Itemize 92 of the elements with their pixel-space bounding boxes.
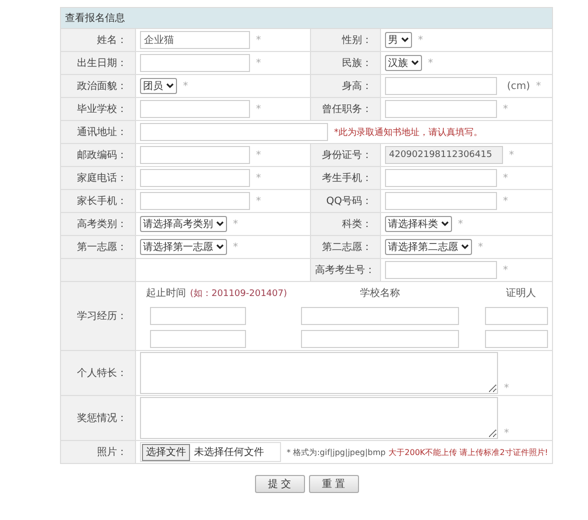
- text-field[interactable]: 企业猫: [140, 31, 250, 49]
- text-field[interactable]: [150, 330, 246, 348]
- form-button[interactable]: 重 置: [308, 475, 358, 493]
- field-label: 高考考生号：: [315, 265, 375, 276]
- field-label: QQ号码：: [326, 196, 372, 207]
- text-field[interactable]: [301, 330, 459, 348]
- field-label: 考生手机：: [322, 173, 372, 184]
- required-mark: *: [503, 196, 508, 206]
- column-header: 证明人: [506, 287, 536, 300]
- field-label: 家庭电话：: [77, 173, 127, 184]
- format-note: * 格式为:gif|jpg|jpeg|bmp: [286, 446, 386, 458]
- required-mark: *: [418, 34, 423, 46]
- required-mark: *: [504, 428, 509, 439]
- field-label: 个人特长：: [77, 368, 127, 379]
- text-field[interactable]: [385, 100, 497, 118]
- field-label: 出生日期：: [77, 58, 127, 69]
- text-field[interactable]: [385, 261, 497, 279]
- address-note: *此为录取通知书地址，请认真填写。: [334, 126, 482, 138]
- text-field[interactable]: [140, 100, 250, 118]
- required-mark: *: [478, 242, 483, 252]
- field-label: 民族：: [342, 58, 372, 69]
- field-label: 性别：: [342, 35, 372, 46]
- text-field[interactable]: [385, 169, 497, 187]
- dropdown[interactable]: 团员: [140, 78, 177, 94]
- file-picker[interactable]: 选择文件 未选择任何文件: [140, 442, 281, 462]
- text-field[interactable]: [140, 192, 250, 210]
- text-field[interactable]: [485, 306, 548, 324]
- field-label: 奖惩情况：: [77, 413, 127, 424]
- text-field[interactable]: [140, 146, 250, 164]
- chevron-down-icon: [216, 221, 224, 227]
- form-button[interactable]: 提 交: [254, 475, 304, 493]
- dropdown[interactable]: 汉族: [385, 55, 422, 71]
- chevron-down-icon: [216, 244, 224, 250]
- required-mark: *: [536, 80, 542, 92]
- required-mark: *: [428, 58, 433, 68]
- chevron-down-icon: [411, 60, 419, 66]
- required-mark: *: [503, 172, 508, 184]
- column-header: 学校名称: [360, 286, 400, 300]
- field-label: 身高：: [342, 81, 372, 92]
- dropdown[interactable]: 请选择高考类别: [140, 216, 227, 232]
- dropdown[interactable]: 男: [385, 32, 412, 48]
- field-label: 家长手机：: [77, 196, 127, 207]
- text-field[interactable]: [385, 77, 497, 95]
- text-field[interactable]: [140, 54, 250, 72]
- field-label: 姓名：: [97, 35, 127, 46]
- required-mark: *: [504, 383, 509, 394]
- field-label: 学习经历：: [77, 311, 127, 322]
- field-label: 第一志愿：: [77, 242, 127, 253]
- dropdown[interactable]: 请选择第二志愿: [385, 239, 472, 255]
- text-field[interactable]: [150, 306, 246, 324]
- field-label: 身份证号：: [322, 150, 372, 161]
- required-mark: *: [503, 104, 508, 114]
- dropdown[interactable]: 请选择科类: [385, 216, 452, 232]
- size-warning: 大于200K不能上传 请上传标准2寸证件照片!: [388, 446, 548, 458]
- text-area[interactable]: [140, 397, 498, 439]
- text-field[interactable]: [385, 192, 497, 210]
- section-title: 查看报名信息: [65, 13, 125, 24]
- text-field[interactable]: 420902198112306415: [385, 146, 503, 164]
- unit-label: (cm): [507, 80, 530, 92]
- required-mark: *: [509, 150, 514, 160]
- field-label: 邮政编码：: [77, 150, 127, 161]
- dropdown[interactable]: 请选择第一志愿: [140, 239, 227, 255]
- required-mark: *: [256, 58, 261, 68]
- chevron-down-icon: [441, 221, 449, 227]
- field-label: 曾任职务：: [322, 104, 372, 115]
- field-label: 科类：: [342, 219, 372, 230]
- required-mark: *: [233, 218, 238, 230]
- required-mark: *: [256, 104, 261, 114]
- text-field[interactable]: [301, 306, 459, 324]
- required-mark: *: [256, 172, 261, 184]
- required-mark: *: [256, 196, 261, 206]
- required-mark: *: [503, 264, 508, 276]
- field-label: 通讯地址：: [77, 127, 127, 138]
- text-field[interactable]: [140, 169, 250, 187]
- required-mark: *: [256, 34, 261, 46]
- text-field[interactable]: [485, 330, 548, 348]
- chevron-down-icon: [166, 83, 174, 89]
- column-header: 起止时间: [146, 286, 186, 300]
- required-mark: *: [233, 242, 238, 252]
- field-label: 高考类别：: [77, 219, 127, 230]
- required-mark: *: [183, 80, 188, 92]
- field-label: 照片：: [97, 447, 127, 458]
- text-area[interactable]: [140, 352, 498, 394]
- format-hint: (如：201109-201407): [190, 288, 287, 300]
- required-mark: *: [256, 150, 261, 160]
- chevron-down-icon: [461, 244, 469, 250]
- field-label: 第二志愿：: [322, 242, 372, 253]
- required-mark: *: [458, 218, 463, 230]
- text-field[interactable]: [140, 123, 328, 141]
- field-label: 毕业学校：: [77, 104, 127, 115]
- chevron-down-icon: [401, 37, 409, 43]
- field-label: 政治面貌：: [77, 81, 127, 92]
